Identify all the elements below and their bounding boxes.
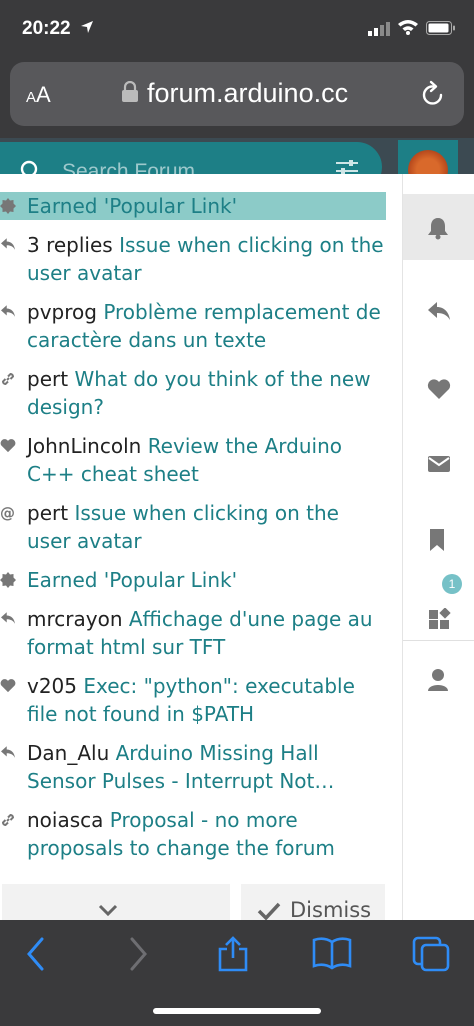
notification-item[interactable]: @ pert Issue when clicking on the user av…: [0, 499, 386, 555]
aa-large-label: A: [36, 82, 51, 107]
heart-icon: [0, 678, 16, 694]
lock-icon: [121, 80, 139, 108]
reply-icon: [0, 237, 16, 253]
notification-item[interactable]: 3 replies Issue when clicking on the use…: [0, 231, 386, 287]
notification-item[interactable]: JohnLincoln Review the Arduino C++ cheat…: [0, 432, 386, 488]
status-time: 20:22: [22, 18, 71, 39]
chevron-left-icon: [27, 937, 44, 971]
notification-topic[interactable]: Earned 'Popular Link': [27, 568, 237, 592]
location-arrow-icon: [80, 20, 94, 39]
notification-user: 3 replies: [27, 233, 113, 257]
home-indicator: [153, 1008, 321, 1014]
check-icon: [257, 902, 281, 920]
notification-user: pert: [27, 501, 69, 525]
user-menu-tabs: [402, 174, 474, 920]
reply-icon: [428, 302, 450, 320]
menu-divider: [403, 640, 474, 641]
tab-bookmarks[interactable]: [403, 506, 474, 572]
tabs-icon: [412, 936, 450, 972]
panel-footer: Dismiss: [0, 884, 402, 920]
reply-icon: [0, 611, 16, 627]
heart-icon: [0, 438, 16, 454]
notification-item[interactable]: pvprog Problème remplacement de caractèr…: [0, 298, 386, 354]
back-button[interactable]: [24, 936, 48, 977]
bookmarks-button[interactable]: [312, 936, 352, 975]
chevron-down-icon: [98, 904, 118, 916]
tab-messages[interactable]: [403, 432, 474, 498]
user-icon: [428, 669, 448, 691]
notification-item[interactable]: Earned 'Popular Link': [0, 192, 386, 220]
link-icon: [0, 812, 16, 828]
notification-item[interactable]: Earned 'Popular Link': [0, 566, 386, 594]
share-button[interactable]: [216, 936, 250, 977]
envelope-icon: [428, 456, 450, 472]
dismiss-label: Dismiss: [290, 898, 372, 920]
svg-text:@: @: [0, 505, 15, 521]
badge-icon: [0, 198, 16, 214]
reply-icon: [0, 304, 16, 320]
battery-icon: [426, 21, 456, 40]
tab-all-notifications[interactable]: [403, 194, 474, 260]
tab-likes[interactable]: [403, 356, 474, 422]
notification-user: pert: [27, 367, 69, 391]
notification-item[interactable]: pert What do you think of the new design…: [0, 365, 386, 421]
notification-topic[interactable]: Exec: "python": executable file not foun…: [27, 674, 355, 726]
notification-topic[interactable]: Earned 'Popular Link': [27, 194, 237, 218]
link-icon: [0, 371, 16, 387]
tabs-button[interactable]: [412, 936, 450, 977]
cellular-signal-icon: [368, 22, 390, 41]
reload-icon[interactable]: [420, 80, 446, 113]
badge-icon: [0, 572, 16, 588]
notification-topic[interactable]: What do you think of the new design?: [27, 367, 371, 419]
widgets-icon: [429, 608, 451, 629]
url-text[interactable]: forum.arduino.cc: [147, 78, 348, 109]
notification-user: mrcrayon: [27, 607, 123, 631]
chevron-right-icon: [130, 937, 147, 971]
notification-item[interactable]: v205 Exec: "python": executable file not…: [0, 672, 386, 728]
wifi-icon: [397, 19, 419, 40]
aa-small-label: A: [26, 89, 37, 106]
review-count-badge: 1: [442, 574, 462, 594]
dismiss-button[interactable]: Dismiss: [241, 884, 385, 920]
notification-user: noiasca: [27, 808, 104, 832]
notification-item[interactable]: Dan_Alu Arduino Missing Hall Sensor Puls…: [0, 739, 386, 795]
show-more-button[interactable]: [2, 884, 230, 920]
open-book-icon: [312, 937, 352, 970]
notification-list: Earned 'Popular Link' 3 replies Issue whe…: [0, 192, 386, 873]
share-icon: [218, 936, 248, 972]
forward-button[interactable]: [126, 936, 150, 977]
notifications-panel: Earned 'Popular Link' 3 replies Issue whe…: [0, 174, 402, 920]
notification-item[interactable]: mrcrayon Affichage d'une page au format …: [0, 605, 386, 661]
notification-topic[interactable]: Issue when clicking on the user avatar: [27, 501, 339, 553]
tab-profile[interactable]: [403, 646, 474, 712]
reader-options-button[interactable]: AA: [26, 82, 51, 108]
notification-user: Dan_Alu: [27, 741, 110, 765]
bell-icon: [428, 218, 448, 240]
status-bar: 20:22: [0, 0, 474, 56]
heart-icon: [427, 379, 451, 399]
reply-icon: [0, 745, 16, 761]
notification-user: JohnLincoln: [27, 434, 142, 458]
notification-user: v205: [27, 674, 78, 698]
tab-replies[interactable]: [403, 278, 474, 344]
at-icon: @: [0, 505, 16, 521]
bookmark-icon: [430, 529, 444, 551]
tab-review[interactable]: [403, 586, 474, 652]
notification-user: pvprog: [27, 300, 97, 324]
notification-item[interactable]: noiasca Proposal - no more proposals to …: [0, 806, 386, 862]
